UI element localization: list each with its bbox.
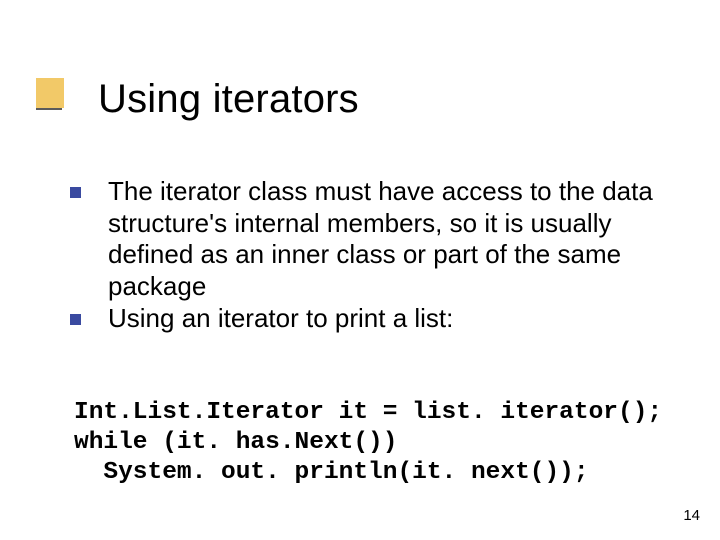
code-line: while (it. has.Next()) — [74, 429, 397, 456]
slide: Using iterators The iterator class must … — [0, 0, 720, 540]
bullet-text: The iterator class must have access to t… — [108, 176, 653, 301]
title-accent-box — [36, 78, 64, 108]
title-accent-underline — [36, 108, 62, 110]
bullet-text: Using an iterator to print a list: — [108, 303, 453, 333]
bullet-item: The iterator class must have access to t… — [70, 176, 670, 303]
slide-number: 14 — [683, 507, 700, 524]
code-line: System. out. println(it. next()); — [74, 459, 589, 486]
code-line: Int.List.Iterator it = list. iterator(); — [74, 399, 662, 426]
slide-title: Using iterators — [98, 77, 359, 122]
code-block: Int.List.Iterator it = list. iterator();… — [74, 398, 674, 488]
square-bullet-icon — [70, 187, 81, 198]
body-text: The iterator class must have access to t… — [70, 176, 670, 335]
bullet-item: Using an iterator to print a list: — [70, 303, 670, 335]
square-bullet-icon — [70, 314, 81, 325]
